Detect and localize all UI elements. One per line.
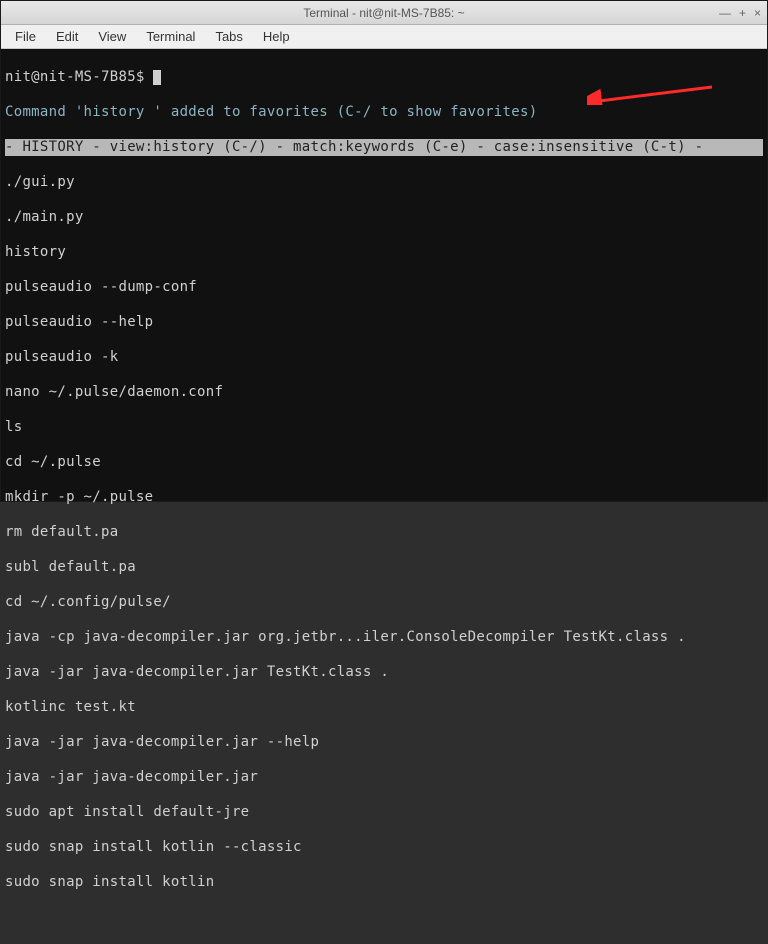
prompt-line: nit@nit-MS-7B85$ bbox=[5, 69, 763, 87]
close-icon[interactable]: × bbox=[754, 7, 761, 19]
history-line: sudo snap install kotlin --classic bbox=[5, 839, 763, 857]
window-title: Terminal - nit@nit-MS-7B85: ~ bbox=[303, 6, 464, 20]
menubar: File Edit View Terminal Tabs Help bbox=[1, 25, 767, 49]
menu-file[interactable]: File bbox=[5, 27, 46, 46]
maximize-icon[interactable]: + bbox=[739, 7, 746, 19]
menu-help[interactable]: Help bbox=[253, 27, 300, 46]
history-line: java -jar java-decompiler.jar TestKt.cla… bbox=[5, 664, 763, 682]
history-line: rm default.pa bbox=[5, 524, 763, 542]
history-line: ./gui.py bbox=[5, 174, 763, 192]
history-line: pulseaudio -k bbox=[5, 349, 763, 367]
history-line: sudo apt install default-jre bbox=[5, 804, 763, 822]
history-line: java -cp java-decompiler.jar org.jetbr..… bbox=[5, 629, 763, 647]
menu-edit[interactable]: Edit bbox=[46, 27, 88, 46]
minimize-icon[interactable]: — bbox=[719, 7, 731, 19]
history-line: pulseaudio --dump-conf bbox=[5, 279, 763, 297]
history-line: cd ~/.pulse bbox=[5, 454, 763, 472]
history-line: java -jar java-decompiler.jar --help bbox=[5, 734, 763, 752]
window-controls: — + × bbox=[719, 7, 761, 19]
history-line: pulseaudio --help bbox=[5, 314, 763, 332]
history-line: ./main.py bbox=[5, 209, 763, 227]
history-line: subl default.pa bbox=[5, 559, 763, 577]
cursor-block bbox=[153, 70, 161, 85]
shell-prompt: nit@nit-MS-7B85$ bbox=[5, 69, 153, 85]
history-line: ls bbox=[5, 419, 763, 437]
menu-tabs[interactable]: Tabs bbox=[205, 27, 252, 46]
history-line: kotlinc test.kt bbox=[5, 699, 763, 717]
menu-terminal[interactable]: Terminal bbox=[136, 27, 205, 46]
history-line: nano ~/.pulse/daemon.conf bbox=[5, 384, 763, 402]
annotation-arrow-icon bbox=[587, 85, 717, 105]
history-line: history bbox=[5, 244, 763, 262]
menu-view[interactable]: View bbox=[88, 27, 136, 46]
history-line: mkdir -p ~/.pulse bbox=[5, 489, 763, 507]
history-header-bar: - HISTORY - view:history (C-/) - match:k… bbox=[5, 139, 763, 157]
terminal-area[interactable]: nit@nit-MS-7B85$ Command 'history ' adde… bbox=[1, 49, 767, 501]
history-line: cd ~/.config/pulse/ bbox=[5, 594, 763, 612]
favorites-message: Command 'history ' added to favorites (C… bbox=[5, 104, 763, 122]
history-line: java -jar java-decompiler.jar bbox=[5, 769, 763, 787]
window-titlebar: Terminal - nit@nit-MS-7B85: ~ — + × bbox=[1, 1, 767, 25]
history-line: sudo snap install kotlin bbox=[5, 874, 763, 892]
